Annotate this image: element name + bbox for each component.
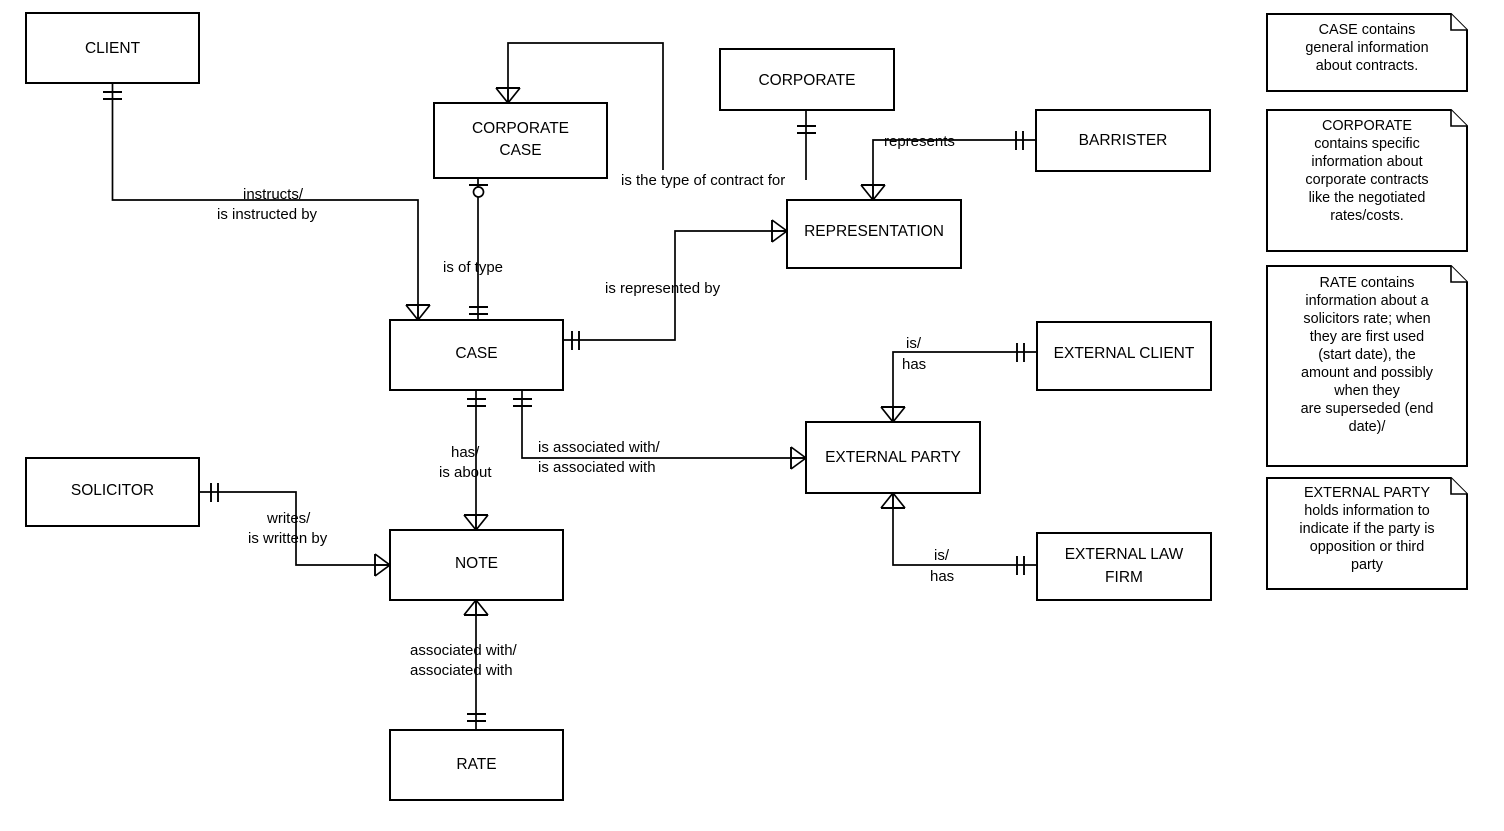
label-is-represented-by: is represented by [605, 280, 721, 297]
note-rate-line-1: information about a [1305, 293, 1428, 309]
entity-external-law-firm-label-line2: FIRM [1105, 569, 1143, 586]
note-rate-line-7: are superseded (end [1301, 401, 1434, 417]
entity-solicitor[interactable]: SOLICITOR [25, 457, 200, 527]
entity-note[interactable]: NOTE [389, 529, 564, 601]
note-corporate-line-3: corporate contracts [1305, 172, 1428, 188]
er-diagram-svg: CLIENT CORPORATE CASE CORPORATE BARRISTE… [25, 12, 1468, 801]
note-corporate[interactable]: CORPORATE contains specific information … [1266, 109, 1468, 252]
note-rate-line-0: RATE contains [1320, 275, 1415, 291]
note-ep-line-3: opposition or third [1310, 539, 1424, 555]
note-corporate-line-2: information about [1311, 154, 1422, 170]
entity-corporate-case[interactable]: CORPORATE CASE [433, 102, 608, 179]
label-ep-ec-line1: is/ [906, 335, 922, 352]
entity-corporate-case-label-line2: CASE [499, 142, 541, 159]
label-corporate-corporatecase: is the type of contract for [621, 172, 785, 189]
note-corporate-line-5: rates/costs. [1330, 208, 1404, 224]
label-note-rate-line2: associated with [410, 662, 513, 679]
label-client-case-line1: instructs/ [243, 186, 304, 203]
entity-external-law-firm-label-line1: EXTERNAL LAW [1065, 546, 1184, 563]
er-diagram-canvas: CLIENT CORPORATE CASE CORPORATE BARRISTE… [0, 0, 1504, 831]
label-solicitor-note-line1: writes/ [266, 510, 311, 527]
note-corporate-line-4: like the negotiated [1309, 190, 1426, 206]
note-rate-line-2: solicitors rate; when [1303, 311, 1430, 327]
connector-corporatecase-case [469, 178, 488, 320]
note-rate-line-3: they are first used [1310, 329, 1424, 345]
label-solicitor-note-line2: is written by [248, 530, 328, 547]
label-is-the-type-of-contract-for: is the type of contract for [621, 172, 785, 189]
label-case-note: has/ is about [439, 444, 492, 481]
label-case-note-line2: is about [439, 464, 492, 481]
note-ep-line-0: EXTERNAL PARTY [1304, 485, 1430, 501]
connector-corporate-stub [797, 110, 816, 180]
note-external-party[interactable]: EXTERNAL PARTY holds information to indi… [1266, 477, 1468, 590]
label-barrister-representation: represents [884, 133, 955, 150]
label-ep-elf-line2: has [930, 568, 954, 585]
entity-client-label: CLIENT [85, 40, 141, 57]
label-case-note-line1: has/ [451, 444, 480, 461]
label-ep-ec-line2: has [902, 356, 926, 373]
label-note-rate: associated with/ associated with [410, 642, 518, 679]
note-ep-line-1: holds information to [1304, 503, 1430, 519]
note-ep-line-4: party [1351, 557, 1384, 573]
connector-externalparty-externalclient [880, 343, 1037, 423]
note-rate-line-4: (start date), the [1318, 347, 1416, 363]
entity-external-party[interactable]: EXTERNAL PARTY [805, 421, 981, 494]
label-case-externalparty-line2: is associated with [538, 459, 656, 476]
entity-client[interactable]: CLIENT [25, 12, 200, 84]
entity-corporate-case-label-line1: CORPORATE [472, 120, 569, 137]
note-rate-line-6: when they [1333, 383, 1400, 399]
label-is-of-type: is of type [443, 259, 503, 276]
entity-external-client[interactable]: EXTERNAL CLIENT [1036, 321, 1212, 391]
connector-externalparty-externallawfirm [880, 492, 1037, 575]
entity-barrister-label: BARRISTER [1079, 132, 1168, 149]
label-externalparty-externalclient: is/ has [902, 335, 926, 373]
note-rate-panel[interactable]: RATE contains information about a solici… [1266, 265, 1468, 467]
note-ep-line-2: indicate if the party is [1299, 521, 1434, 537]
entity-corporate[interactable]: CORPORATE [719, 48, 895, 111]
note-case-line-1: general information [1305, 40, 1428, 56]
entity-rate[interactable]: RATE [389, 729, 564, 801]
label-ep-elf-line1: is/ [934, 547, 950, 564]
connector-case-externalparty [513, 390, 807, 470]
entity-representation-label: REPRESENTATION [804, 223, 944, 240]
entity-rate-label: RATE [456, 756, 496, 773]
note-case[interactable]: CASE contains general information about … [1266, 13, 1468, 92]
entity-external-party-label: EXTERNAL PARTY [825, 449, 961, 466]
label-client-case-line2: is instructed by [217, 206, 318, 223]
entity-external-client-label: EXTERNAL CLIENT [1054, 345, 1195, 362]
note-corporate-line-0: CORPORATE [1322, 118, 1412, 134]
label-represents: represents [884, 133, 955, 150]
entity-case-label: CASE [455, 345, 497, 362]
entity-external-law-firm[interactable]: EXTERNAL LAW FIRM [1036, 532, 1212, 601]
label-case-representation: is represented by [605, 280, 721, 297]
note-case-line-2: about contracts. [1316, 58, 1418, 74]
label-client-case: instructs/ is instructed by [217, 186, 318, 223]
label-solicitor-note: writes/ is written by [248, 510, 328, 547]
label-case-externalparty-line1: is associated with/ [538, 439, 661, 456]
entity-corporate-label: CORPORATE [758, 72, 855, 89]
entity-representation[interactable]: REPRESENTATION [786, 199, 962, 269]
entity-case[interactable]: CASE [389, 319, 564, 391]
entity-solicitor-label: SOLICITOR [71, 482, 154, 499]
note-corporate-line-1: contains specific [1314, 136, 1420, 152]
note-rate-line-5: amount and possibly [1301, 365, 1434, 381]
label-note-rate-line1: associated with/ [410, 642, 518, 659]
note-rate-line-8: date)/ [1349, 419, 1386, 435]
label-externalparty-externallawfirm: is/ has [930, 547, 954, 585]
note-case-line-0: CASE contains [1319, 22, 1416, 38]
label-corporatecase-case: is of type [443, 259, 503, 276]
entity-note-label: NOTE [455, 555, 498, 572]
entity-barrister[interactable]: BARRISTER [1035, 109, 1211, 172]
